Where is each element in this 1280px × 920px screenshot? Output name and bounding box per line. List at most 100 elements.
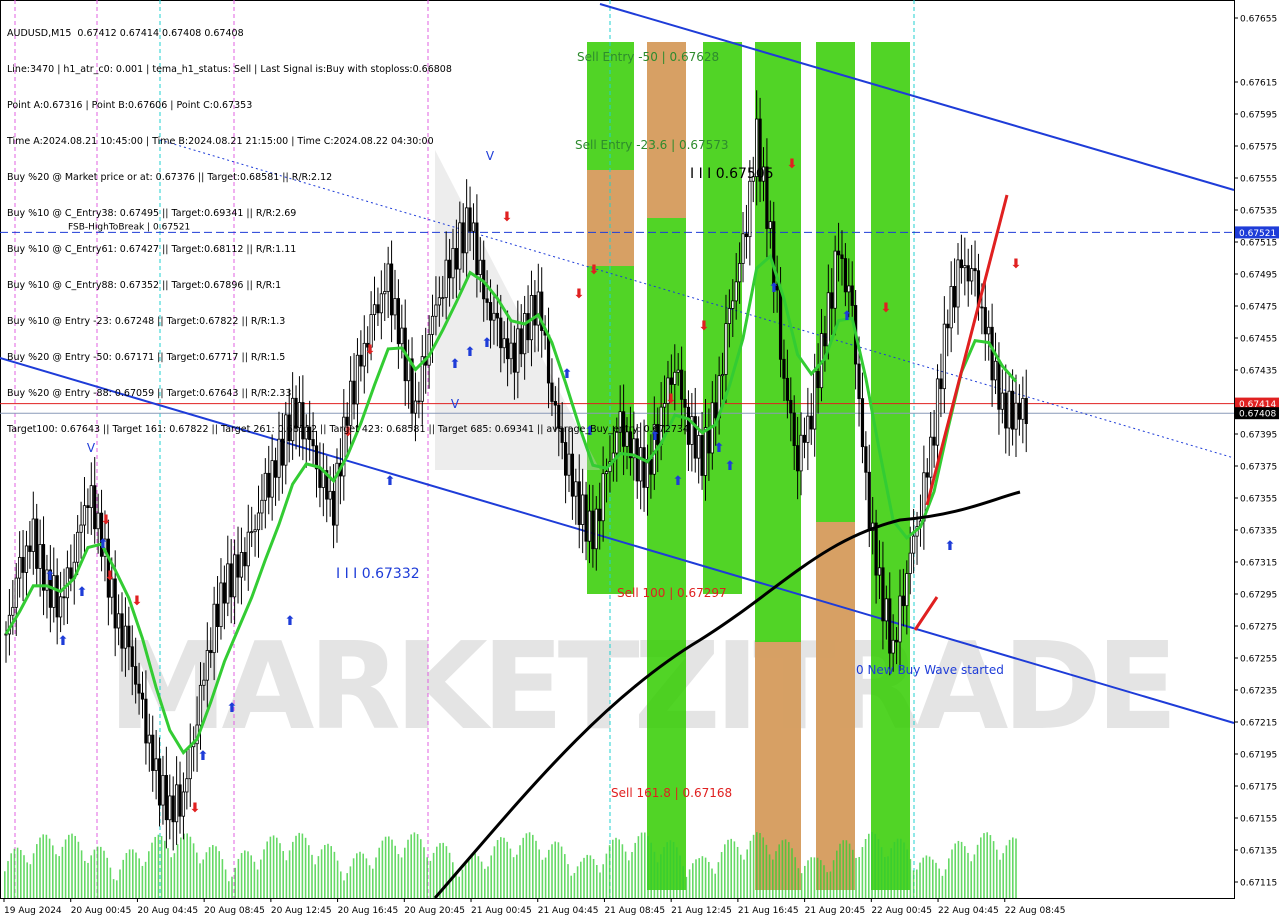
volume-bar xyxy=(240,853,243,898)
volume-bar xyxy=(26,862,28,898)
candle-body xyxy=(963,265,967,269)
candle-body xyxy=(82,505,87,526)
volume-bar xyxy=(48,838,51,898)
candle-body xyxy=(1010,390,1015,430)
sell-arrow-icon: ⬇ xyxy=(132,594,143,609)
volume-bar xyxy=(1005,845,1008,898)
volume-bar xyxy=(541,859,544,898)
candle-body xyxy=(1004,392,1008,429)
buy-arrow-icon: ⬆ xyxy=(945,539,956,554)
candle-body xyxy=(147,734,151,744)
volume-bar xyxy=(359,851,361,898)
info-line: AUDUSD,M15 0.67412 0.67414 0.67408 0.674… xyxy=(7,28,244,39)
candle-body xyxy=(639,447,643,482)
volume-bar xyxy=(749,840,752,898)
volume-bar xyxy=(202,859,204,898)
volume-bar xyxy=(272,835,275,898)
candle-body xyxy=(69,567,73,579)
candle-body xyxy=(212,603,216,654)
y-tick-label: 0.67195 xyxy=(1240,751,1277,761)
volume-bar xyxy=(778,844,780,898)
volume-bar xyxy=(983,833,985,898)
volume-bar xyxy=(864,838,867,898)
volume-bar xyxy=(144,861,147,898)
candle-body xyxy=(202,679,206,686)
candle-body xyxy=(932,436,936,446)
volume-bar xyxy=(813,857,816,898)
volume-bar xyxy=(583,857,585,898)
volume-bar xyxy=(52,845,54,898)
volume-bar xyxy=(634,842,636,898)
volume-bar xyxy=(567,864,569,898)
candle-body xyxy=(789,399,793,414)
volume-bar xyxy=(663,847,665,898)
volume-bar xyxy=(212,845,214,898)
candle-body xyxy=(250,531,254,534)
volume-bar xyxy=(839,843,841,898)
candle-body xyxy=(850,285,854,306)
candle-body xyxy=(591,510,595,550)
candle-body xyxy=(178,784,182,817)
candle-body xyxy=(993,360,998,381)
volume-bar xyxy=(7,861,9,898)
volume-bar xyxy=(768,854,771,898)
volume-bar xyxy=(186,833,188,898)
volume-bar xyxy=(791,848,793,898)
volume-bar xyxy=(183,833,185,898)
volume-bar xyxy=(615,837,617,898)
sell-arrow-icon: ⬇ xyxy=(1011,257,1022,272)
candle-body xyxy=(130,646,134,667)
volume-bar xyxy=(410,834,412,898)
volume-bar xyxy=(224,869,227,898)
volume-bar xyxy=(282,851,284,898)
x-tick-label: 20 Aug 08:45 xyxy=(204,906,265,916)
volume-bar xyxy=(922,857,924,898)
volume-bar xyxy=(330,846,332,898)
volume-bar xyxy=(180,837,182,898)
volume-bar xyxy=(231,876,233,898)
volume-bar xyxy=(221,859,224,898)
volume-bar xyxy=(429,860,432,898)
x-tick-label: 21 Aug 12:45 xyxy=(671,906,732,916)
volume-bar xyxy=(525,833,528,898)
volume-bar xyxy=(445,846,448,898)
price-badge-label: 0.67408 xyxy=(1239,410,1276,420)
candle-body xyxy=(137,683,141,694)
x-tick-label: 21 Aug 20:45 xyxy=(805,906,866,916)
sell-arrow-icon: ⬇ xyxy=(101,513,112,528)
candle-body xyxy=(778,289,783,360)
volume-bar xyxy=(407,839,409,898)
volume-bar xyxy=(471,853,473,898)
candle-body xyxy=(161,775,165,806)
info-line: Buy %20 @ Entry -50: 0.67171 || Target:0… xyxy=(7,352,286,363)
volume-bar xyxy=(170,857,172,898)
candle-body xyxy=(164,775,168,821)
volume-bar xyxy=(432,852,435,898)
volume-bar xyxy=(362,853,364,898)
chart-annotation: I I I 0.67505 xyxy=(690,166,774,182)
volume-bar xyxy=(759,833,761,898)
volume-bar xyxy=(740,854,742,898)
volume-bar xyxy=(1008,839,1011,898)
candle-body xyxy=(120,613,124,649)
volume-bar xyxy=(349,866,352,898)
candle-body xyxy=(181,791,186,817)
volume-bar xyxy=(381,840,384,898)
candle-body xyxy=(587,510,592,542)
volume-bar xyxy=(836,850,838,898)
volume-bar xyxy=(704,857,707,898)
volume-bar xyxy=(55,854,57,898)
volume-bar xyxy=(560,846,563,898)
volume-bar xyxy=(628,860,630,898)
volume-bar xyxy=(167,848,169,898)
volume-bar xyxy=(68,834,70,898)
volume-bar xyxy=(999,859,1001,898)
volume-bar xyxy=(340,871,342,898)
info-line: Buy %20 @ Market price or at: 0.67376 ||… xyxy=(7,172,333,183)
volume-bar xyxy=(570,875,572,898)
info-line: Buy %10 @ C_Entry88: 0.67352 || Target:0… xyxy=(7,280,282,291)
candle-body xyxy=(263,472,267,501)
candle-body xyxy=(567,453,571,476)
volume-bar xyxy=(861,847,864,898)
volume-bar xyxy=(416,834,419,898)
